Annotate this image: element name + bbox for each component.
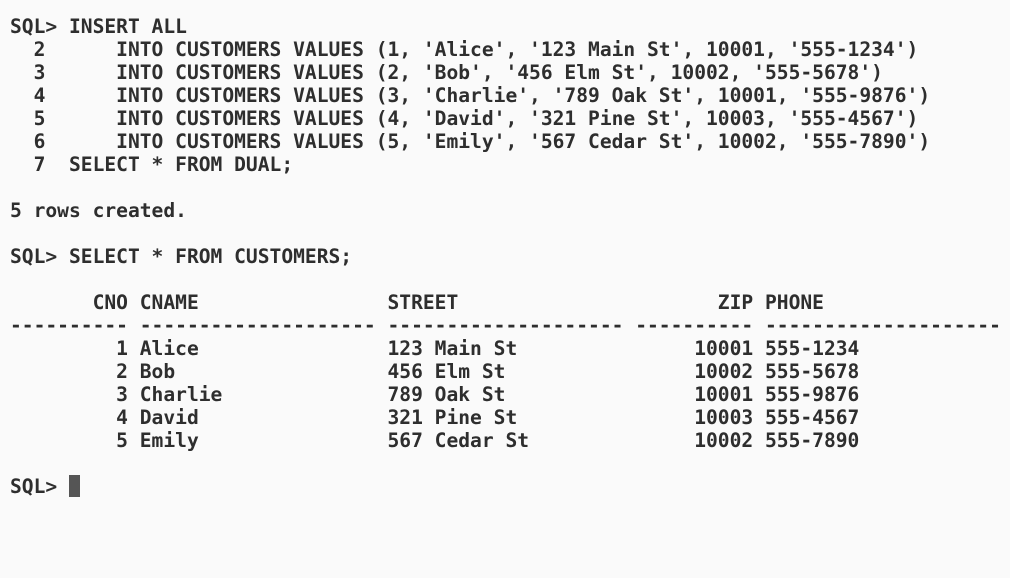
- table-separator: ---------- -------------------- --------…: [10, 314, 1001, 337]
- sql-insert-line: 7 SELECT * FROM DUAL;: [10, 153, 294, 176]
- sql-insert-line: 2 INTO CUSTOMERS VALUES (1, 'Alice', '12…: [10, 38, 919, 61]
- table-header: CNO CNAME STREET ZIP PHONE: [10, 291, 824, 314]
- table-row: 4 David 321 Pine St 10003 555-4567: [10, 406, 860, 429]
- sql-insert-line: 5 INTO CUSTOMERS VALUES (4, 'David', '32…: [10, 107, 919, 130]
- sql-insert-line: 4 INTO CUSTOMERS VALUES (3, 'Charlie', '…: [10, 84, 931, 107]
- sql-select-command: SQL> SELECT * FROM CUSTOMERS;: [10, 245, 353, 268]
- table-row: 3 Charlie 789 Oak St 10001 555-9876: [10, 383, 860, 406]
- sql-prompt: SQL>: [10, 475, 69, 498]
- prompt-line[interactable]: SQL>: [10, 475, 1010, 498]
- sql-insert-line: SQL> INSERT ALL: [10, 15, 187, 38]
- table-row: 1 Alice 123 Main St 10001 555-1234: [10, 337, 860, 360]
- table-row: 5 Emily 567 Cedar St 10002 555-7890: [10, 429, 860, 452]
- table-row: 2 Bob 456 Elm St 10002 555-5678: [10, 360, 860, 383]
- insert-result-message: 5 rows created.: [10, 199, 187, 222]
- sql-insert-line: 6 INTO CUSTOMERS VALUES (5, 'Emily', '56…: [10, 130, 931, 153]
- text-cursor[interactable]: [68, 475, 80, 497]
- terminal-output[interactable]: SQL> INSERT ALL 2 INTO CUSTOMERS VALUES …: [10, 15, 1010, 578]
- sql-insert-line: 3 INTO CUSTOMERS VALUES (2, 'Bob', '456 …: [10, 61, 883, 84]
